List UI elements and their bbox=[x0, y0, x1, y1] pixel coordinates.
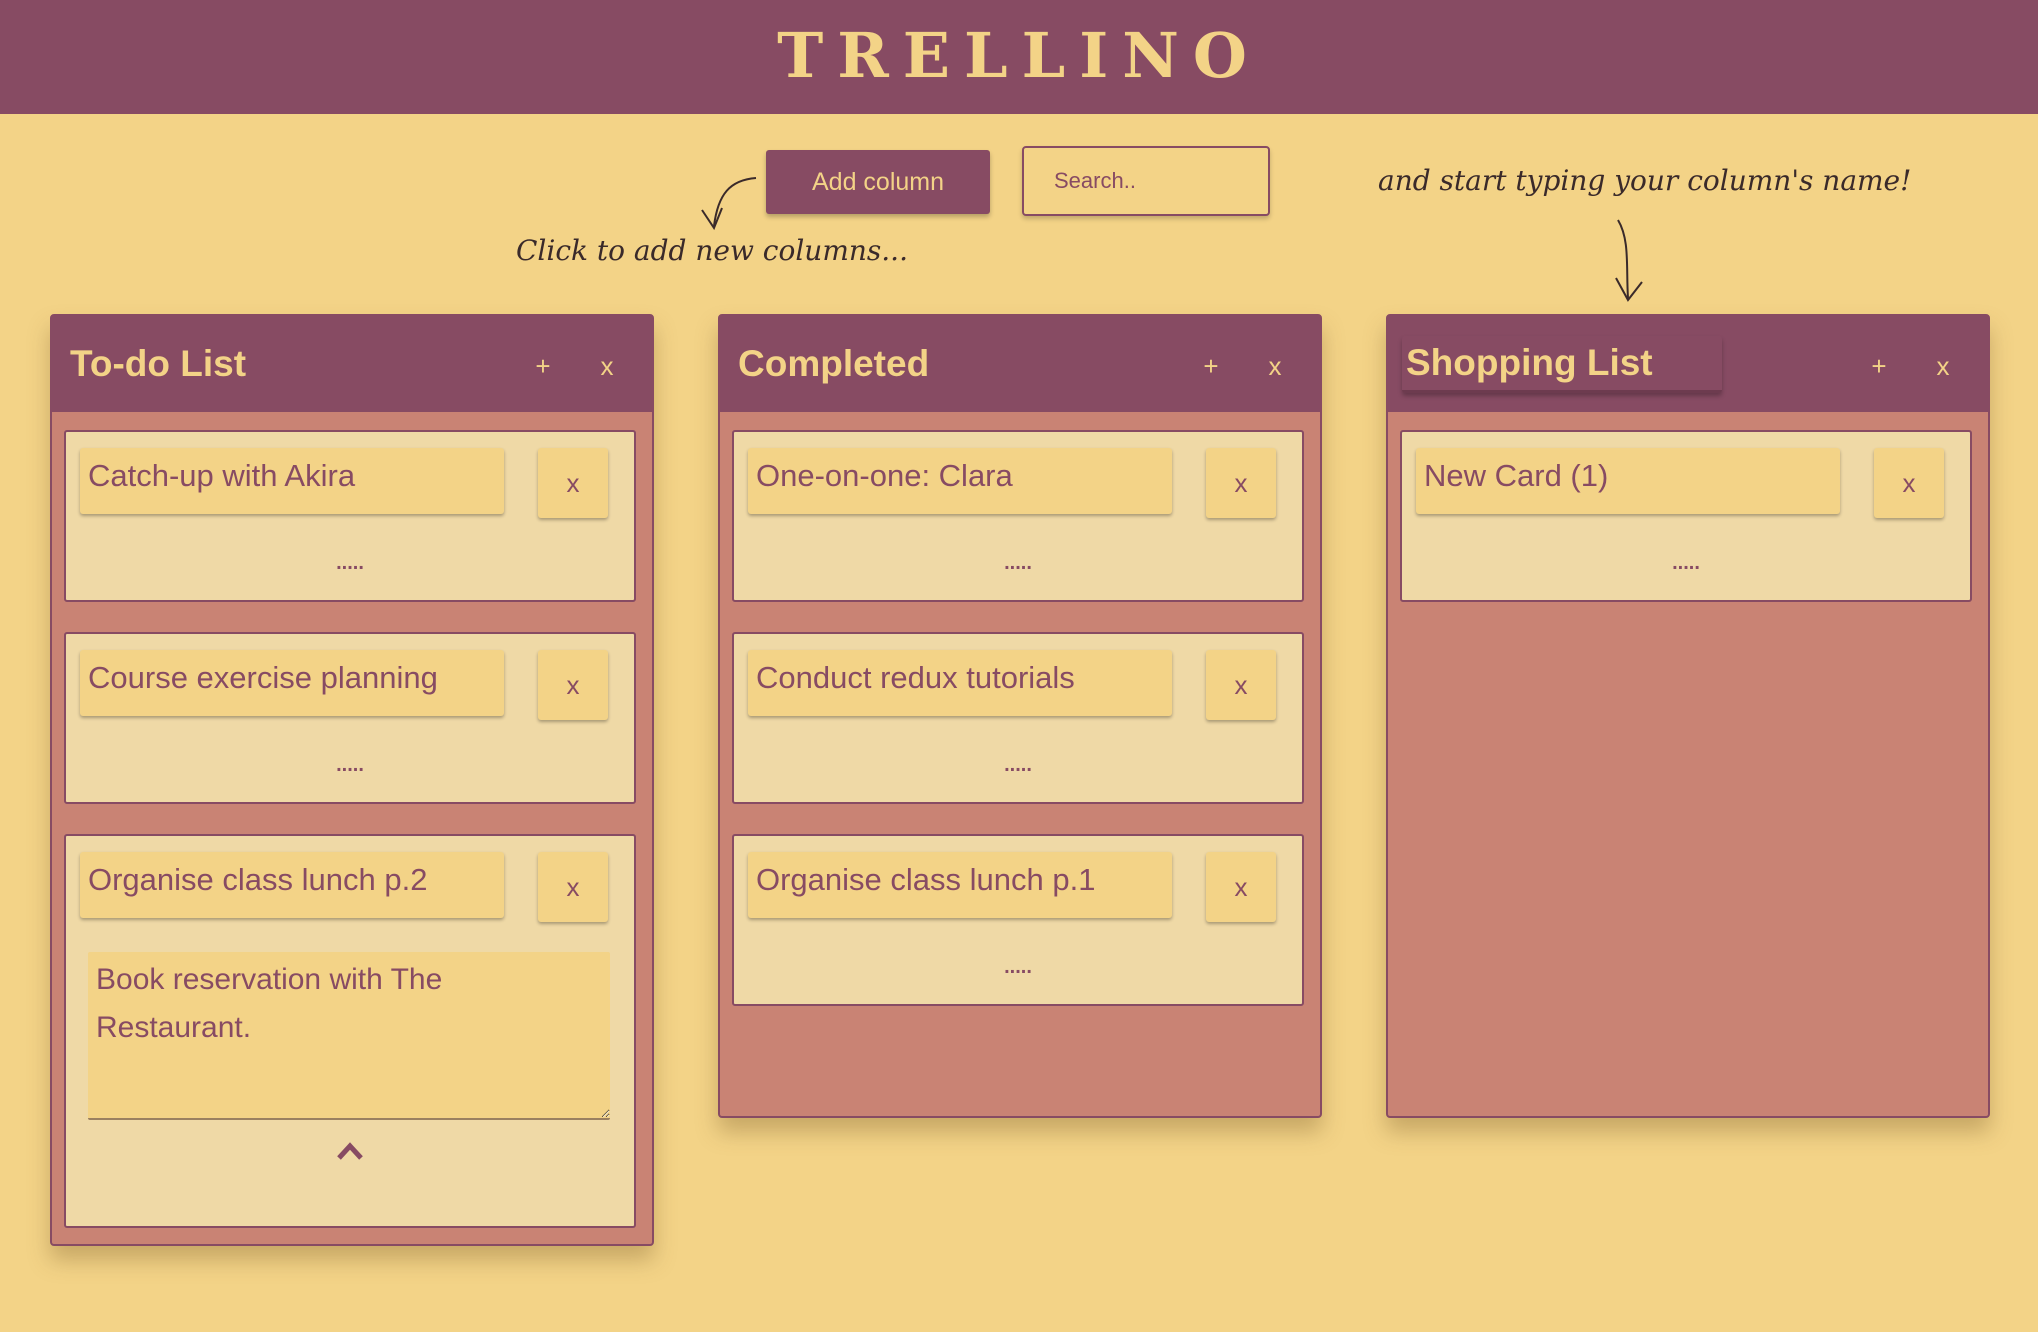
app-title: TRELLINO bbox=[777, 18, 1261, 92]
column-title[interactable]: To-do List bbox=[66, 337, 250, 391]
card: Course exercise planning x ..... bbox=[64, 632, 636, 804]
delete-column-button[interactable]: x bbox=[1258, 346, 1292, 386]
chevron-up-icon bbox=[337, 1142, 363, 1160]
expand-card-toggle[interactable]: ..... bbox=[66, 754, 634, 777]
delete-card-button[interactable]: x bbox=[1206, 650, 1276, 720]
column-title-input[interactable]: Shopping List bbox=[1402, 336, 1722, 393]
delete-column-button[interactable]: x bbox=[1926, 346, 1960, 386]
add-card-button[interactable]: + bbox=[1862, 346, 1896, 386]
delete-card-button[interactable]: x bbox=[538, 448, 608, 518]
hint-add-columns: Click to add new columns... bbox=[516, 234, 908, 267]
card: One-on-one: Clara x ..... bbox=[732, 430, 1304, 602]
delete-card-button[interactable]: x bbox=[1206, 852, 1276, 922]
add-card-button[interactable]: + bbox=[1194, 346, 1228, 386]
search-input[interactable] bbox=[1022, 146, 1270, 216]
card: Conduct redux tutorials x ..... bbox=[732, 632, 1304, 804]
hint-arrow-down-icon bbox=[1615, 219, 1643, 302]
card-title[interactable]: Conduct redux tutorials bbox=[748, 650, 1172, 716]
card-title[interactable]: Catch-up with Akira bbox=[80, 448, 504, 514]
column-header: Completed + x bbox=[720, 316, 1320, 412]
add-column-button[interactable]: Add column bbox=[766, 150, 990, 214]
delete-card-button[interactable]: x bbox=[1874, 448, 1944, 518]
card-title[interactable]: One-on-one: Clara bbox=[748, 448, 1172, 514]
column-header: To-do List + x bbox=[52, 316, 652, 412]
card-title[interactable]: Organise class lunch p.2 bbox=[80, 852, 504, 918]
card: New Card (1) x ..... bbox=[1400, 430, 1972, 602]
expand-card-toggle[interactable]: ..... bbox=[734, 754, 1302, 777]
expand-card-toggle[interactable]: ..... bbox=[734, 956, 1302, 979]
app-header: TRELLINO bbox=[0, 0, 2038, 114]
column-header: Shopping List + x bbox=[1388, 316, 1988, 412]
delete-card-button[interactable]: x bbox=[538, 852, 608, 922]
delete-column-button[interactable]: x bbox=[590, 346, 624, 386]
expand-card-toggle[interactable]: ..... bbox=[1402, 552, 1970, 575]
card: Organise class lunch p.1 x ..... bbox=[732, 834, 1304, 1006]
delete-card-button[interactable]: x bbox=[1206, 448, 1276, 518]
card: Catch-up with Akira x ..... bbox=[64, 430, 636, 602]
collapse-card-toggle[interactable] bbox=[66, 1142, 634, 1165]
column-todo-list: To-do List + x Catch-up with Akira x ...… bbox=[50, 314, 654, 1246]
card-expanded: Organise class lunch p.2 x Book reservat… bbox=[64, 834, 636, 1228]
card-description-input[interactable]: Book reservation with The Restaurant. bbox=[88, 952, 610, 1120]
card-title[interactable]: Organise class lunch p.1 bbox=[748, 852, 1172, 918]
column-shopping-list: Shopping List + x New Card (1) x ..... bbox=[1386, 314, 1990, 1118]
column-title[interactable]: Completed bbox=[734, 337, 933, 391]
expand-card-toggle[interactable]: ..... bbox=[66, 552, 634, 575]
hint-start-typing: and start typing your column's name! bbox=[1378, 164, 1912, 197]
delete-card-button[interactable]: x bbox=[538, 650, 608, 720]
card-title[interactable]: New Card (1) bbox=[1416, 448, 1840, 514]
hint-arrow-left-icon bbox=[701, 177, 757, 231]
expand-card-toggle[interactable]: ..... bbox=[734, 552, 1302, 575]
add-card-button[interactable]: + bbox=[526, 346, 560, 386]
card-title[interactable]: Course exercise planning bbox=[80, 650, 504, 716]
column-completed: Completed + x One-on-one: Clara x ..... … bbox=[718, 314, 1322, 1118]
